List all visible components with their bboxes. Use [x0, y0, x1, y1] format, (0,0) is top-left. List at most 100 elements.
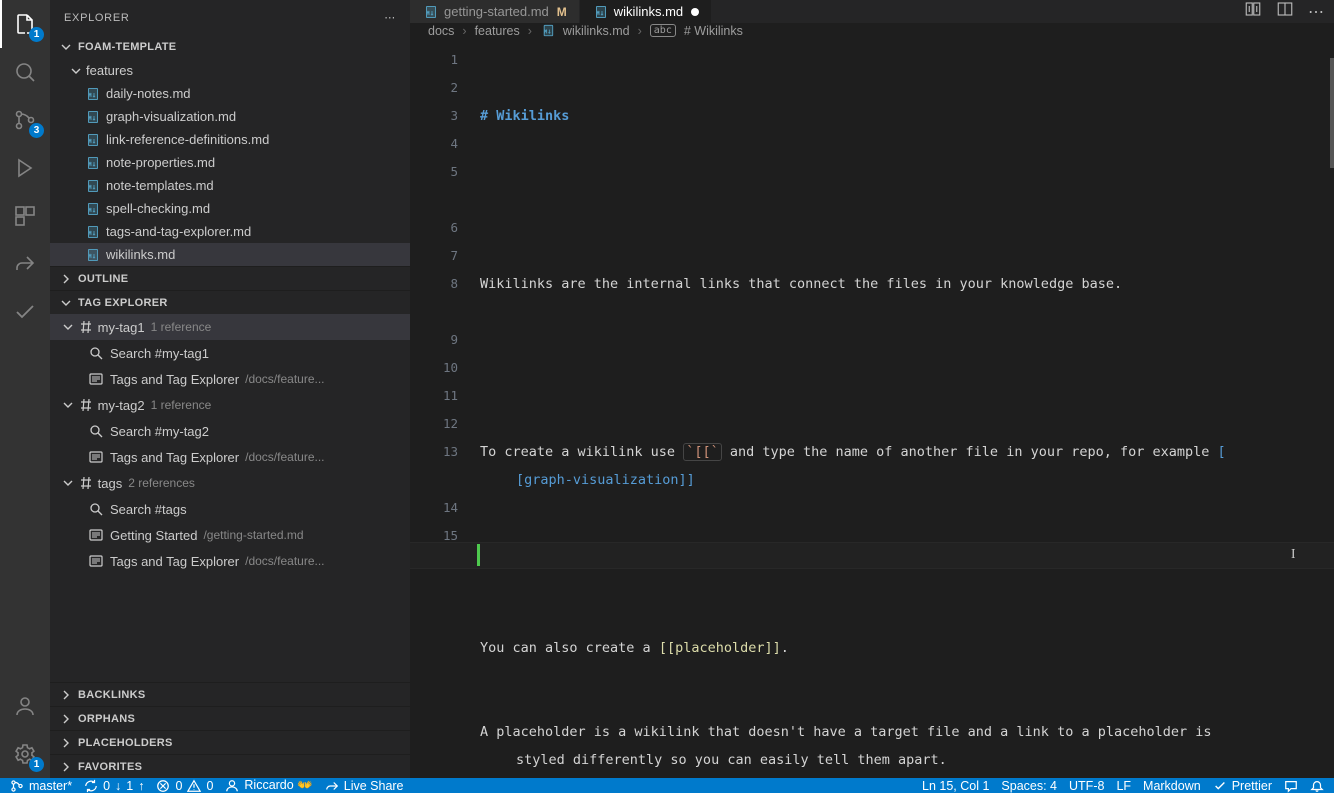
status-bar: master* 0↓ 1↑ 0 0 Riccardo 👐 Live Share — [0, 778, 1334, 793]
file-label: note-templates.md — [106, 178, 214, 193]
settings-badge: 1 — [29, 757, 44, 772]
file-item[interactable]: daily-notes.md — [50, 82, 410, 105]
file-item[interactable]: note-properties.md — [50, 151, 410, 174]
activity-extensions-icon[interactable] — [0, 192, 50, 240]
tag-reference[interactable]: Tags and Tag Explorer/docs/feature... — [50, 366, 410, 392]
activity-share-icon[interactable] — [0, 240, 50, 288]
line-number-gutter: 1234 5 67 8 910 111213 1415 — [410, 38, 480, 778]
note-icon — [88, 449, 104, 465]
tag-search[interactable]: Search #my-tag2 — [50, 418, 410, 444]
tag-search-label: Search #tags — [110, 502, 187, 517]
breadcrumb-seg[interactable]: wikilinks.md — [563, 24, 630, 38]
tag-reference[interactable]: Tags and Tag Explorer/docs/feature... — [50, 444, 410, 470]
activity-search-icon[interactable] — [0, 48, 50, 96]
breadcrumb-seg[interactable]: docs — [428, 24, 454, 38]
editor-tab[interactable]: wikilinks.md — [580, 0, 712, 23]
activity-account-icon[interactable] — [0, 682, 50, 730]
activity-bar: 1 3 — [0, 0, 50, 778]
tag-item[interactable]: tags2 references — [50, 470, 410, 496]
tag-search[interactable]: Search #tags — [50, 496, 410, 522]
status-position[interactable]: Ln 15, Col 1 — [922, 779, 989, 793]
status-eol[interactable]: LF — [1116, 779, 1131, 793]
status-encoding[interactable]: UTF-8 — [1069, 779, 1104, 793]
tag-ref-title: Getting Started — [110, 528, 197, 543]
md-file-icon — [84, 155, 100, 171]
tag-explorer-title: TAG EXPLORER — [78, 297, 168, 309]
folder-root-header[interactable]: FOAM-TEMPLATE — [50, 35, 410, 59]
section-title: FAVORITES — [78, 761, 142, 773]
activity-settings-icon[interactable]: 1 — [0, 730, 50, 778]
editor-content[interactable]: # Wikilinks Wikilinks are the internal l… — [480, 38, 1334, 778]
editor-tab[interactable]: getting-started.mdM — [410, 0, 580, 23]
md-file-icon — [84, 247, 100, 263]
tag-refcount: 2 references — [128, 476, 195, 490]
section-orphans[interactable]: ORPHANS — [50, 706, 410, 730]
file-item[interactable]: wikilinks.md — [50, 243, 410, 266]
outline-header[interactable]: OUTLINE — [50, 266, 410, 290]
section-favorites[interactable]: FAVORITES — [50, 754, 410, 778]
status-problems[interactable]: 0 0 — [156, 779, 213, 793]
tag-ref-path: /getting-started.md — [203, 528, 303, 542]
status-bell-icon[interactable] — [1310, 779, 1324, 793]
tag-item[interactable]: my-tag2 1 reference — [50, 392, 410, 418]
activity-scm-icon[interactable]: 3 — [0, 96, 50, 144]
explorer-badge: 1 — [29, 27, 44, 42]
md-text: A placeholder is a wikilink that doesn't… — [480, 724, 1220, 740]
editor-more-icon[interactable]: ⋯ — [1308, 2, 1324, 22]
status-sync[interactable]: 0↓ 1↑ — [84, 779, 144, 793]
activity-check-icon[interactable] — [0, 288, 50, 336]
section-backlinks[interactable]: BACKLINKS — [50, 682, 410, 706]
md-inline-code: `[[` — [683, 443, 722, 461]
hash-icon — [78, 475, 94, 491]
editor-text-area[interactable]: I 1234 5 67 8 910 111213 1415 # Wikilink… — [410, 38, 1334, 778]
breadcrumb-seg[interactable]: features — [475, 24, 520, 38]
tag-explorer-header[interactable]: TAG EXPLORER — [50, 290, 410, 314]
status-language[interactable]: Markdown — [1143, 779, 1201, 793]
section-title: ORPHANS — [78, 713, 135, 725]
breadcrumbs[interactable]: docs › features › wikilinks.md › abc # W… — [410, 23, 1334, 38]
activity-explorer-icon[interactable]: 1 — [0, 0, 50, 48]
chevron-right-icon — [58, 711, 74, 727]
chevron-right-icon — [58, 687, 74, 703]
chevron-down-icon — [58, 39, 74, 55]
note-icon — [88, 527, 104, 543]
activity-run-icon[interactable] — [0, 144, 50, 192]
breadcrumb-seg[interactable]: # Wikilinks — [684, 24, 743, 38]
file-item[interactable]: graph-visualization.md — [50, 105, 410, 128]
status-prettier[interactable]: Prettier — [1213, 779, 1272, 793]
tag-name: my-tag2 — [98, 398, 145, 413]
minimap-scroll-indicator[interactable] — [1330, 58, 1334, 168]
tag-refcount: 1 reference — [151, 398, 212, 412]
tag-ref-title: Tags and Tag Explorer — [110, 450, 239, 465]
hash-icon — [78, 397, 94, 413]
section-placeholders[interactable]: PLACEHOLDERS — [50, 730, 410, 754]
hash-icon — [78, 319, 94, 335]
chevron-down-icon — [60, 397, 76, 413]
status-feedback-icon[interactable] — [1284, 779, 1298, 793]
split-diff-icon[interactable] — [1244, 0, 1262, 23]
tag-item[interactable]: my-tag11 reference — [50, 314, 410, 340]
explorer-sidebar: EXPLORER ⋯ FOAM-TEMPLATE features daily-… — [50, 0, 410, 778]
file-item[interactable]: tags-and-tag-explorer.md — [50, 220, 410, 243]
file-label: tags-and-tag-explorer.md — [106, 224, 251, 239]
file-label: daily-notes.md — [106, 86, 191, 101]
status-liveshare[interactable]: Live Share — [325, 779, 404, 793]
tag-reference[interactable]: Tags and Tag Explorer/docs/feature... — [50, 548, 410, 574]
editor-area: getting-started.mdMwikilinks.md ⋯ docs ›… — [410, 0, 1334, 778]
tag-reference[interactable]: Getting Started/getting-started.md — [50, 522, 410, 548]
folder-features[interactable]: features — [50, 59, 410, 82]
status-branch[interactable]: master* — [10, 779, 72, 793]
file-item[interactable]: spell-checking.md — [50, 197, 410, 220]
outline-title: OUTLINE — [78, 273, 128, 285]
status-user[interactable]: Riccardo 👐 — [225, 778, 312, 793]
file-item[interactable]: note-templates.md — [50, 174, 410, 197]
tag-search[interactable]: Search #my-tag1 — [50, 340, 410, 366]
md-file-icon — [84, 86, 100, 102]
tag-ref-path: /docs/feature... — [245, 554, 324, 568]
sidebar-more-icon[interactable]: ⋯ — [384, 11, 396, 24]
chevron-right-icon — [58, 735, 74, 751]
status-spaces[interactable]: Spaces: 4 — [1001, 779, 1057, 793]
split-editor-icon[interactable] — [1276, 0, 1294, 23]
tab-label: getting-started.md — [444, 4, 549, 19]
file-item[interactable]: link-reference-definitions.md — [50, 128, 410, 151]
